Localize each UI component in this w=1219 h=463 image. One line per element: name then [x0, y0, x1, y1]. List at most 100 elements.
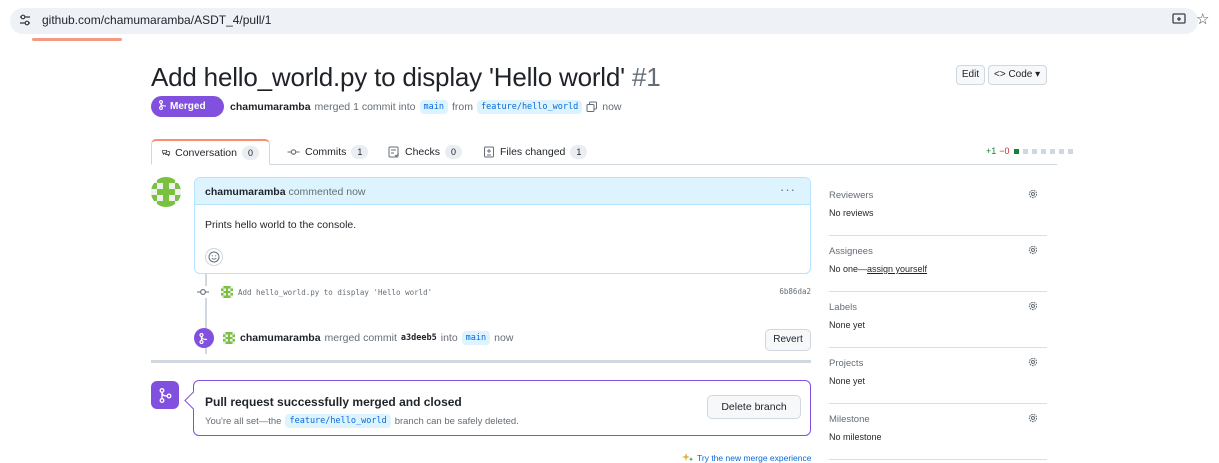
- diffstat-block: [1049, 148, 1055, 154]
- merge-branch[interactable]: main: [461, 331, 491, 345]
- sidebar-value: No reviews: [829, 208, 874, 218]
- avatar[interactable]: [223, 332, 235, 344]
- try-merge-link[interactable]: Try the new merge experience: [682, 453, 812, 463]
- sparkle-icon: [682, 453, 694, 462]
- tab-checks[interactable]: Checks 0: [378, 139, 472, 165]
- sidebar-title[interactable]: Assignees: [829, 246, 873, 257]
- commit-sha[interactable]: 6b86da2: [779, 287, 811, 296]
- diffstat-block: [1013, 148, 1019, 154]
- author-link[interactable]: chamumaramba: [230, 101, 311, 113]
- tab-conversation[interactable]: Conversation 0: [151, 139, 270, 165]
- diffstat-block: [1040, 148, 1046, 154]
- commit-item: Add hello_world.py to display 'Hello wor…: [197, 284, 811, 300]
- merged-text: merged 1 commit into: [314, 101, 416, 113]
- into-text: into: [440, 332, 458, 344]
- sidebar-title[interactable]: Projects: [829, 358, 863, 369]
- sidebar-value: No milestone: [829, 432, 882, 442]
- sidebar-value: None yet: [829, 376, 866, 386]
- diffstat[interactable]: +1 −0: [986, 146, 1073, 156]
- file-diff-icon: [484, 146, 494, 158]
- diffstat-block: [1022, 148, 1028, 154]
- gear-icon[interactable]: [1027, 412, 1039, 424]
- comment-header: chamumaramba commented now ···: [195, 178, 810, 205]
- merge-time: now: [494, 332, 514, 344]
- head-branch[interactable]: feature/hello_world: [477, 100, 583, 114]
- deletable-branch[interactable]: feature/hello_world: [285, 414, 391, 428]
- tab-label: Conversation: [175, 146, 237, 159]
- status-badge: Merged: [151, 96, 224, 117]
- site-settings-icon[interactable]: [18, 13, 32, 27]
- checklist-icon: [388, 146, 400, 158]
- merge-event-badge: [194, 328, 214, 348]
- comment-box: chamumaramba commented now ··· Prints he…: [194, 177, 811, 274]
- merge-icon: [159, 100, 167, 110]
- status-label: Merged: [170, 101, 206, 112]
- merged-sub-suffix: branch can be safely deleted.: [394, 415, 519, 427]
- commit-message[interactable]: Add hello_world.py to display 'Hello wor…: [238, 288, 432, 297]
- try-merge-label[interactable]: Try the new merge experience: [697, 453, 812, 463]
- code-button[interactable]: <> Code ▾: [988, 65, 1047, 85]
- sidebar-reviewers: Reviewers No reviews: [829, 180, 1047, 236]
- page-title: Add hello_world.py to display 'Hello wor…: [151, 62, 661, 93]
- merged-sub-prefix: You're all set—the: [205, 415, 282, 427]
- avatar[interactable]: [151, 177, 181, 207]
- comment-discussion-icon: [162, 149, 170, 157]
- gear-icon[interactable]: [1027, 244, 1039, 256]
- sidebar-title[interactable]: Reviewers: [829, 190, 873, 201]
- gear-icon[interactable]: [1027, 188, 1039, 200]
- tab-label: Commits: [305, 146, 347, 158]
- delete-branch-button[interactable]: Delete branch: [707, 395, 801, 419]
- browser-toolbar: github.com/chamumaramba/ASDT_4/pull/1 ☆: [0, 0, 1219, 41]
- add-reaction-button[interactable]: [205, 248, 223, 266]
- pr-meta: chamumaramba merged 1 commit into main f…: [230, 100, 622, 114]
- gear-icon[interactable]: [1027, 300, 1039, 312]
- pr-number: #1: [631, 62, 661, 92]
- merged-title: Pull request successfully merged and clo…: [205, 395, 462, 409]
- merge-text: merged commit: [324, 332, 397, 344]
- sidebar-value: None yet: [829, 320, 866, 330]
- commit-icon: [197, 286, 209, 298]
- gear-icon[interactable]: [1027, 356, 1039, 368]
- merge-sha[interactable]: a3deeb5: [401, 333, 437, 343]
- pr-time: now: [602, 101, 622, 113]
- merge-author[interactable]: chamumaramba: [240, 332, 321, 344]
- comment-author[interactable]: chamumaramba: [205, 186, 286, 198]
- merge-status-box: Pull request successfully merged and clo…: [193, 380, 811, 436]
- tab-count: 1: [570, 145, 588, 159]
- loading-progress: [32, 38, 122, 41]
- tab-count: 1: [351, 145, 369, 159]
- tab-label: Checks: [405, 146, 441, 158]
- diffstat-block: [1058, 148, 1064, 154]
- sidebar-labels: Labels None yet: [829, 292, 1047, 348]
- smiley-icon: [208, 251, 220, 263]
- edit-button[interactable]: Edit: [956, 65, 985, 85]
- tab-count: 0: [445, 145, 463, 159]
- sidebar-value: No one—assign yourself: [829, 264, 927, 274]
- merge-event: chamumaramba merged commit a3deeb5 into …: [194, 327, 811, 351]
- sidebar-projects: Projects None yet: [829, 348, 1047, 404]
- revert-button[interactable]: Revert: [765, 329, 811, 351]
- diffstat-block: [1031, 148, 1037, 154]
- deletions-count: −0: [999, 146, 1010, 156]
- tab-commits[interactable]: Commits 1: [277, 139, 378, 165]
- tab-count: 0: [241, 145, 259, 160]
- base-branch[interactable]: main: [419, 100, 448, 114]
- install-app-icon[interactable]: [1171, 11, 1187, 27]
- kebab-menu-icon[interactable]: ···: [780, 182, 796, 197]
- merge-icon: [199, 332, 208, 344]
- avatar[interactable]: [221, 286, 233, 298]
- merged-state-icon: [151, 381, 179, 409]
- url-text[interactable]: github.com/chamumaramba/ASDT_4/pull/1: [42, 13, 271, 27]
- additions-count: +1: [986, 146, 997, 156]
- pr-title-text: Add hello_world.py to display 'Hello wor…: [151, 62, 625, 92]
- tab-files-changed[interactable]: Files changed 1: [473, 139, 597, 165]
- tab-label: Files changed: [500, 146, 566, 158]
- timeline-divider: [151, 360, 811, 363]
- bookmark-star-icon[interactable]: ☆: [1196, 10, 1209, 28]
- sidebar-title[interactable]: Milestone: [829, 414, 870, 425]
- sidebar-assignees: Assignees No one—assign yourself: [829, 236, 1047, 292]
- sidebar-title[interactable]: Labels: [829, 302, 857, 313]
- commit-icon: [287, 149, 300, 155]
- assign-yourself-link[interactable]: assign yourself: [867, 264, 927, 274]
- copy-icon[interactable]: [586, 101, 598, 113]
